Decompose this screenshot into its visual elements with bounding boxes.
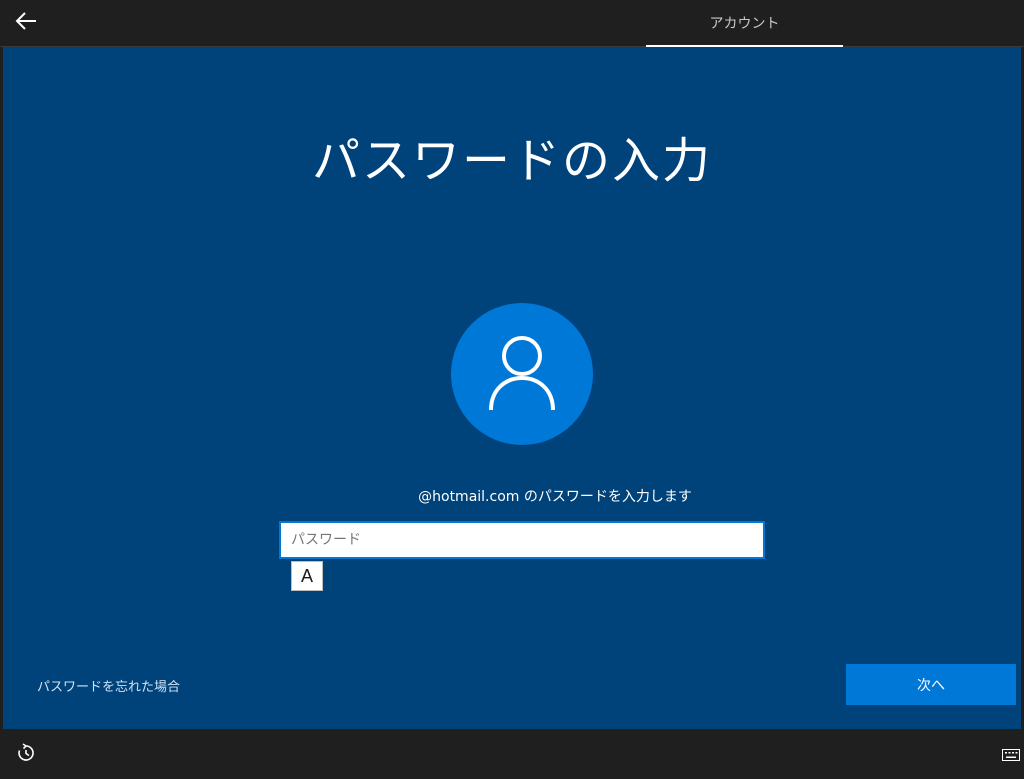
ease-of-access-button[interactable] [14, 743, 38, 767]
oobe-screen: アカウント パスワードの入力 @hotmail.com のパスワードを入力します… [0, 0, 1024, 779]
back-button[interactable] [10, 8, 42, 38]
keyboard-button[interactable] [1000, 745, 1022, 765]
step-tab-label: アカウント [709, 16, 780, 32]
user-icon [487, 332, 557, 416]
step-tab-account: アカウント [646, 0, 843, 47]
bottom-bar [0, 729, 1024, 779]
password-input[interactable] [279, 521, 765, 559]
account-prompt: @hotmail.com のパスワードを入力します [418, 489, 692, 505]
forgot-password-link[interactable]: パスワードを忘れた場合 [37, 676, 180, 695]
back-arrow-icon [15, 12, 37, 34]
page-title: パスワードの入力 [311, 133, 712, 189]
top-bar: アカウント [0, 0, 1024, 47]
keyboard-icon [1002, 746, 1020, 765]
avatar [451, 303, 593, 445]
ime-mode-indicator: A [291, 561, 323, 591]
main-panel: パスワードの入力 @hotmail.com のパスワードを入力します A パスワ… [3, 47, 1021, 729]
next-button[interactable]: 次へ [846, 664, 1016, 705]
ease-of-access-icon [16, 743, 36, 767]
